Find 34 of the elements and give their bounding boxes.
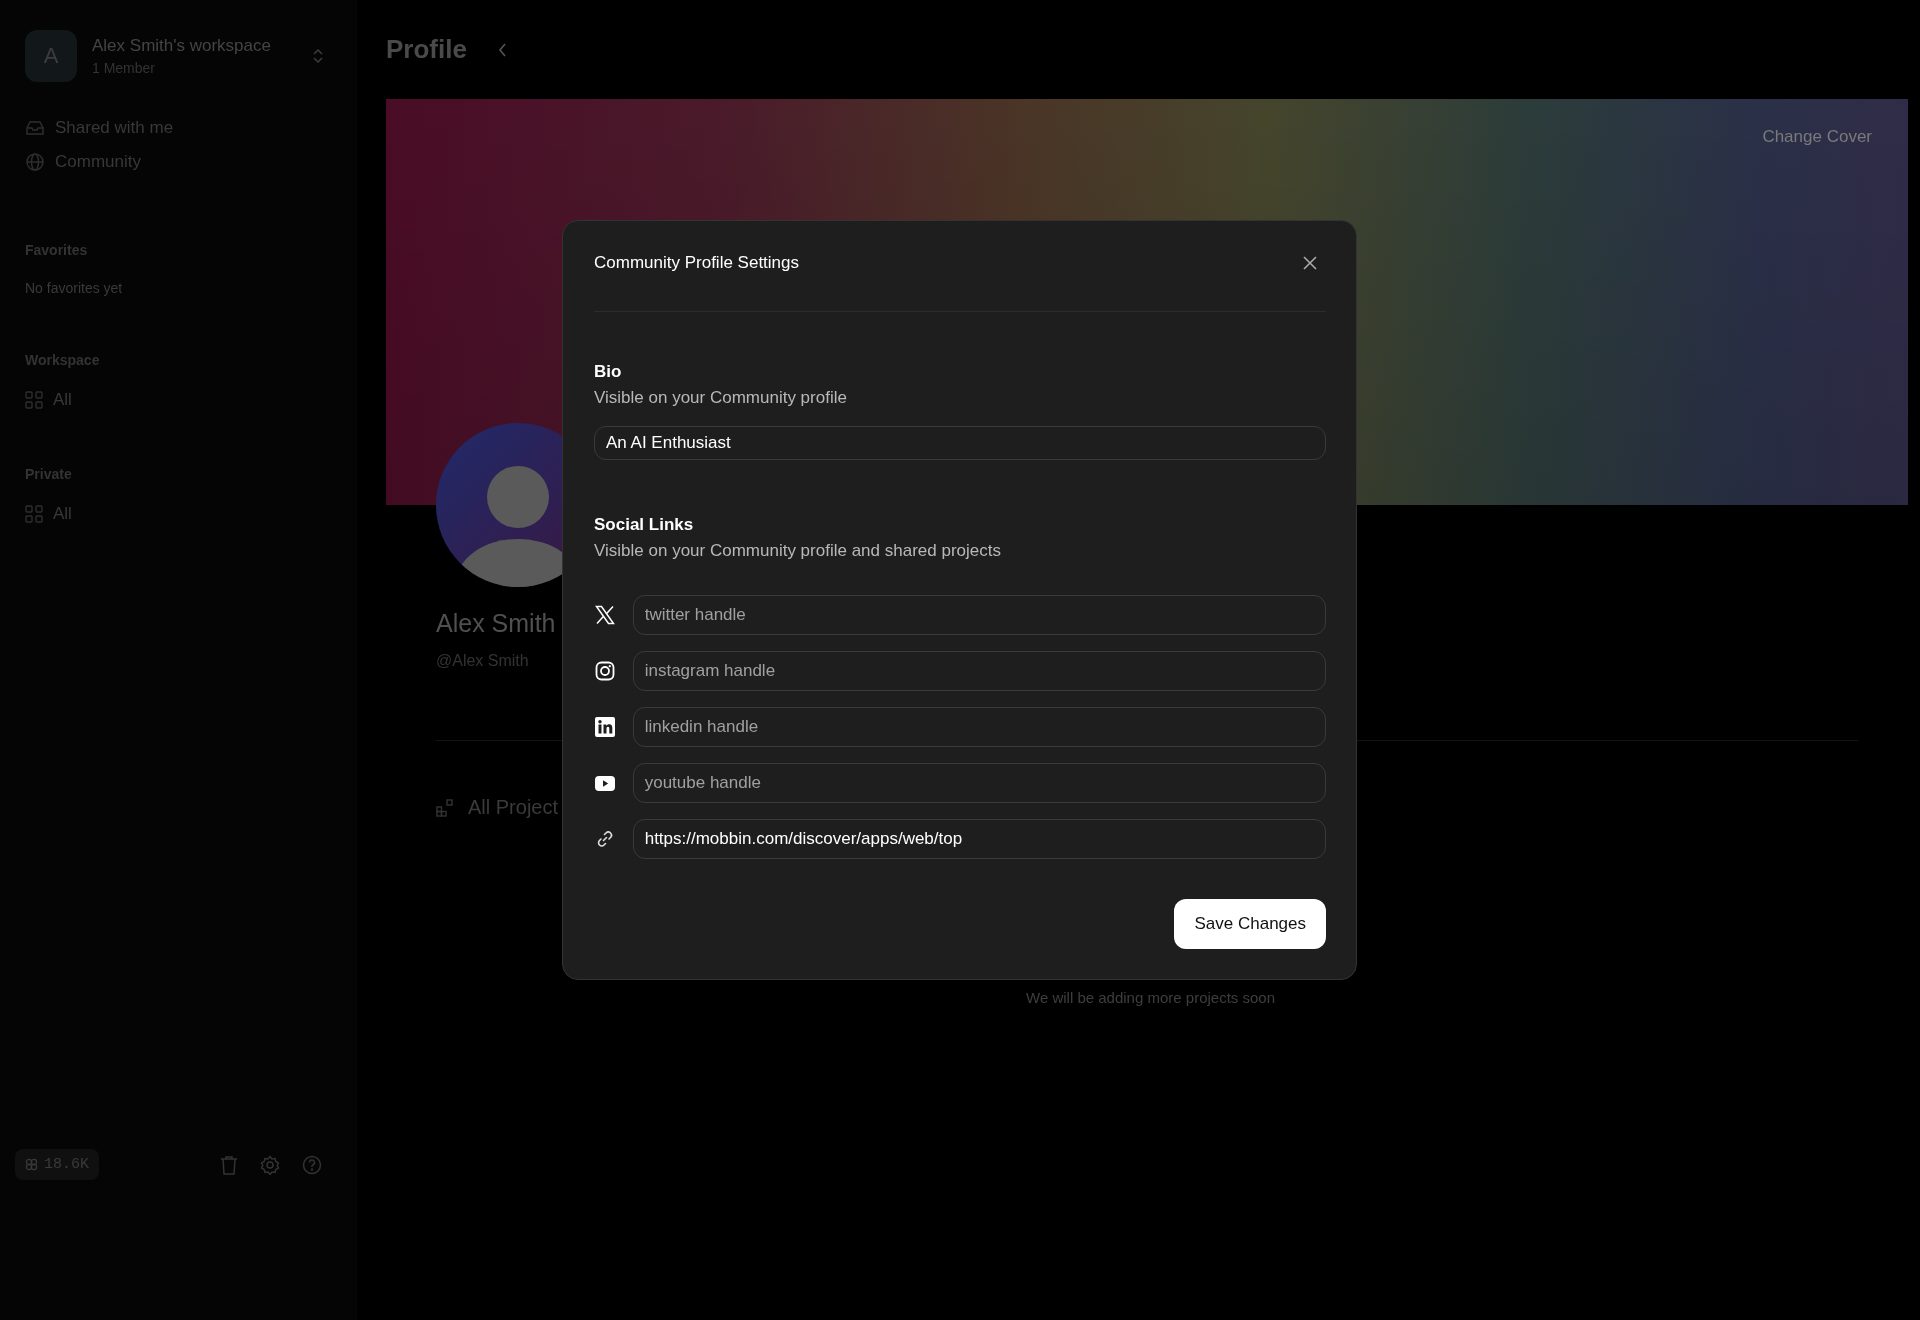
field-label: Social Links	[594, 515, 695, 535]
flower-icon	[25, 1158, 38, 1171]
grid-icon	[25, 391, 43, 409]
blocks-icon	[436, 798, 454, 817]
workspace-name[interactable]: Alex Smith's workspace	[92, 36, 297, 56]
social-link-field[interactable]: https://mobbin.com/discover/apps/web/top	[632, 819, 1326, 859]
field-hint: Visible on your Community profile	[594, 387, 848, 408]
social-link-field[interactable]: twitter handle	[632, 595, 1326, 635]
save-button[interactable]: Save Changes	[1174, 899, 1326, 949]
empty-note: We will be adding more projects soon	[1026, 989, 1276, 1006]
grid-icon	[25, 505, 43, 523]
x-logo-icon	[595, 605, 616, 625]
profile-name: Alex Smith	[436, 609, 556, 638]
link-icon	[596, 830, 615, 848]
dialog-title: Community Profile Settings	[594, 253, 800, 273]
change-cover-button[interactable]: Change Cover	[1762, 127, 1872, 147]
instagram-icon	[595, 661, 616, 681]
inbox-icon	[25, 118, 45, 138]
globe-icon	[25, 152, 45, 172]
youtube-icon	[595, 775, 616, 791]
chevron-left-icon[interactable]	[496, 41, 507, 58]
bio-field[interactable]: An AI Enthusiast	[594, 425, 1326, 460]
settings-icon[interactable]	[260, 1154, 280, 1175]
linkedin-icon	[595, 717, 616, 737]
close-icon[interactable]	[1302, 255, 1318, 271]
page-title: Profile	[386, 34, 467, 65]
field-hint: Visible on your Community profile and shared projects	[594, 541, 1002, 561]
field-label: Bio	[594, 361, 623, 382]
help-icon[interactable]	[302, 1154, 322, 1175]
social-link-field[interactable]: linkedin handle	[632, 707, 1326, 747]
social-link-field[interactable]: youtube handle	[632, 763, 1326, 803]
chevron-up-down-icon[interactable]	[312, 47, 324, 65]
social-link-field[interactable]: instagram handle	[632, 651, 1326, 691]
trash-icon[interactable]	[220, 1154, 238, 1175]
